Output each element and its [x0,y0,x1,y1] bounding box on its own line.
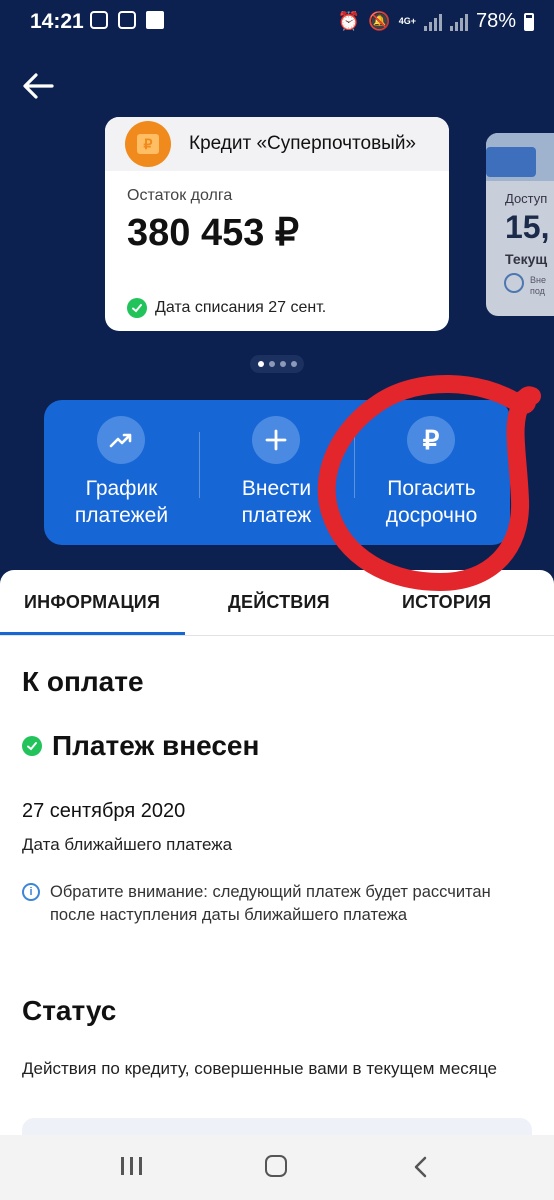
peek-label-2: Текущ [505,251,548,267]
chevron-left-icon [414,1156,427,1178]
system-nav-bar [0,1135,554,1200]
info-icon [504,273,524,293]
debit-date-text: Дата списания 27 сент. [155,299,327,316]
carousel-dot [257,361,264,367]
alarm-icon: ⏰ [337,11,361,31]
battery-icon [524,12,534,31]
action-label: Внести [241,477,312,500]
notification-icons [90,11,164,29]
check-icon [22,736,42,756]
peek-amount: 15, [505,209,550,245]
plus-icon [252,416,300,464]
card-header: ₽ Кредит «Суперпочтовый» [105,117,449,171]
debt-amount: 380 453 ₽ [127,212,300,254]
app-icon [146,11,164,29]
carousel-dot [268,361,275,367]
quick-actions: График платежей Внести платеж ₽ Погасить… [44,400,510,545]
active-tab-indicator [0,632,185,635]
nav-back-button[interactable] [410,1155,432,1184]
app-icon [118,11,136,29]
home-button[interactable] [265,1155,287,1177]
carousel-dot [279,361,286,367]
tab-actions[interactable]: ДЕЙСТВИЯ [228,592,330,613]
recent-apps-button[interactable] [121,1157,142,1175]
action-label: платеж [241,504,312,527]
check-icon [127,298,147,318]
system-icons: ⏰ 🔕 4G+ 78% [338,10,534,33]
carousel-indicator[interactable] [250,355,304,373]
action-label: досрочно [385,504,478,527]
payment-status-text: Платеж внесен [52,730,260,761]
instagram-icon [90,11,108,29]
tab-information[interactable]: ИНФОРМАЦИЯ [24,592,160,613]
signal-icon [423,13,442,31]
signal-icon [449,13,468,31]
section-heading-to-pay: К оплате [22,666,144,697]
payment-status: Платеж внесен [22,730,259,762]
action-label: Погасить [387,477,476,500]
network-type: 4G+ [398,16,416,26]
make-payment-button[interactable]: Внести платеж [199,400,354,545]
tab-history[interactable]: ИСТОРИЯ [402,592,491,613]
carousel-dot [290,361,297,367]
card-title: Кредит «Суперпочтовый» [189,133,416,154]
mute-icon: 🔕 [368,11,391,31]
peek-note: Вне под [530,275,546,296]
next-payment-date: 27 сентября 2020 [22,800,186,822]
back-button[interactable] [18,66,58,106]
section-heading-status: Статус [22,995,117,1026]
status-description: Действия по кредиту, совершенные вами в … [22,1059,498,1078]
payment-schedule-button[interactable]: График платежей [44,400,199,545]
action-label: платежей [74,504,169,527]
ruble-icon: ₽ [407,416,455,464]
battery-percent: 78% [475,10,516,32]
next-payment-caption: Дата ближайшего платежа [22,835,233,854]
card-logo-icon [486,147,536,177]
credit-card[interactable]: ₽ Кредит «Суперпочтовый» Остаток долга 3… [105,117,449,331]
trend-up-icon [97,416,145,464]
arrow-left-icon [23,73,54,99]
tab-bar: ИНФОРМАЦИЯ ДЕЙСТВИЯ ИСТОРИЯ [0,570,554,636]
status-bar: 14:21 ⏰ 🔕 4G+ 78% [0,0,554,44]
status-time: 14:21 [30,10,84,33]
peek-label: Доступ [505,191,548,206]
info-sheet: ИНФОРМАЦИЯ ДЕЙСТВИЯ ИСТОРИЯ К оплате Пла… [0,570,554,1200]
next-card-preview[interactable]: Доступ 15, Текущ Вне под [486,133,554,316]
info-note: i Обратите внимание: следующий платеж бу… [22,881,500,927]
debit-date: Дата списания 27 сент. [127,298,326,318]
info-note-text: Обратите внимание: следующий платеж буде… [50,883,491,924]
early-repayment-button[interactable]: ₽ Погасить досрочно [354,400,509,545]
info-icon: i [22,883,40,901]
wallet-icon: ₽ [125,121,171,167]
debt-label: Остаток долга [127,187,233,204]
action-label: График [85,477,158,500]
